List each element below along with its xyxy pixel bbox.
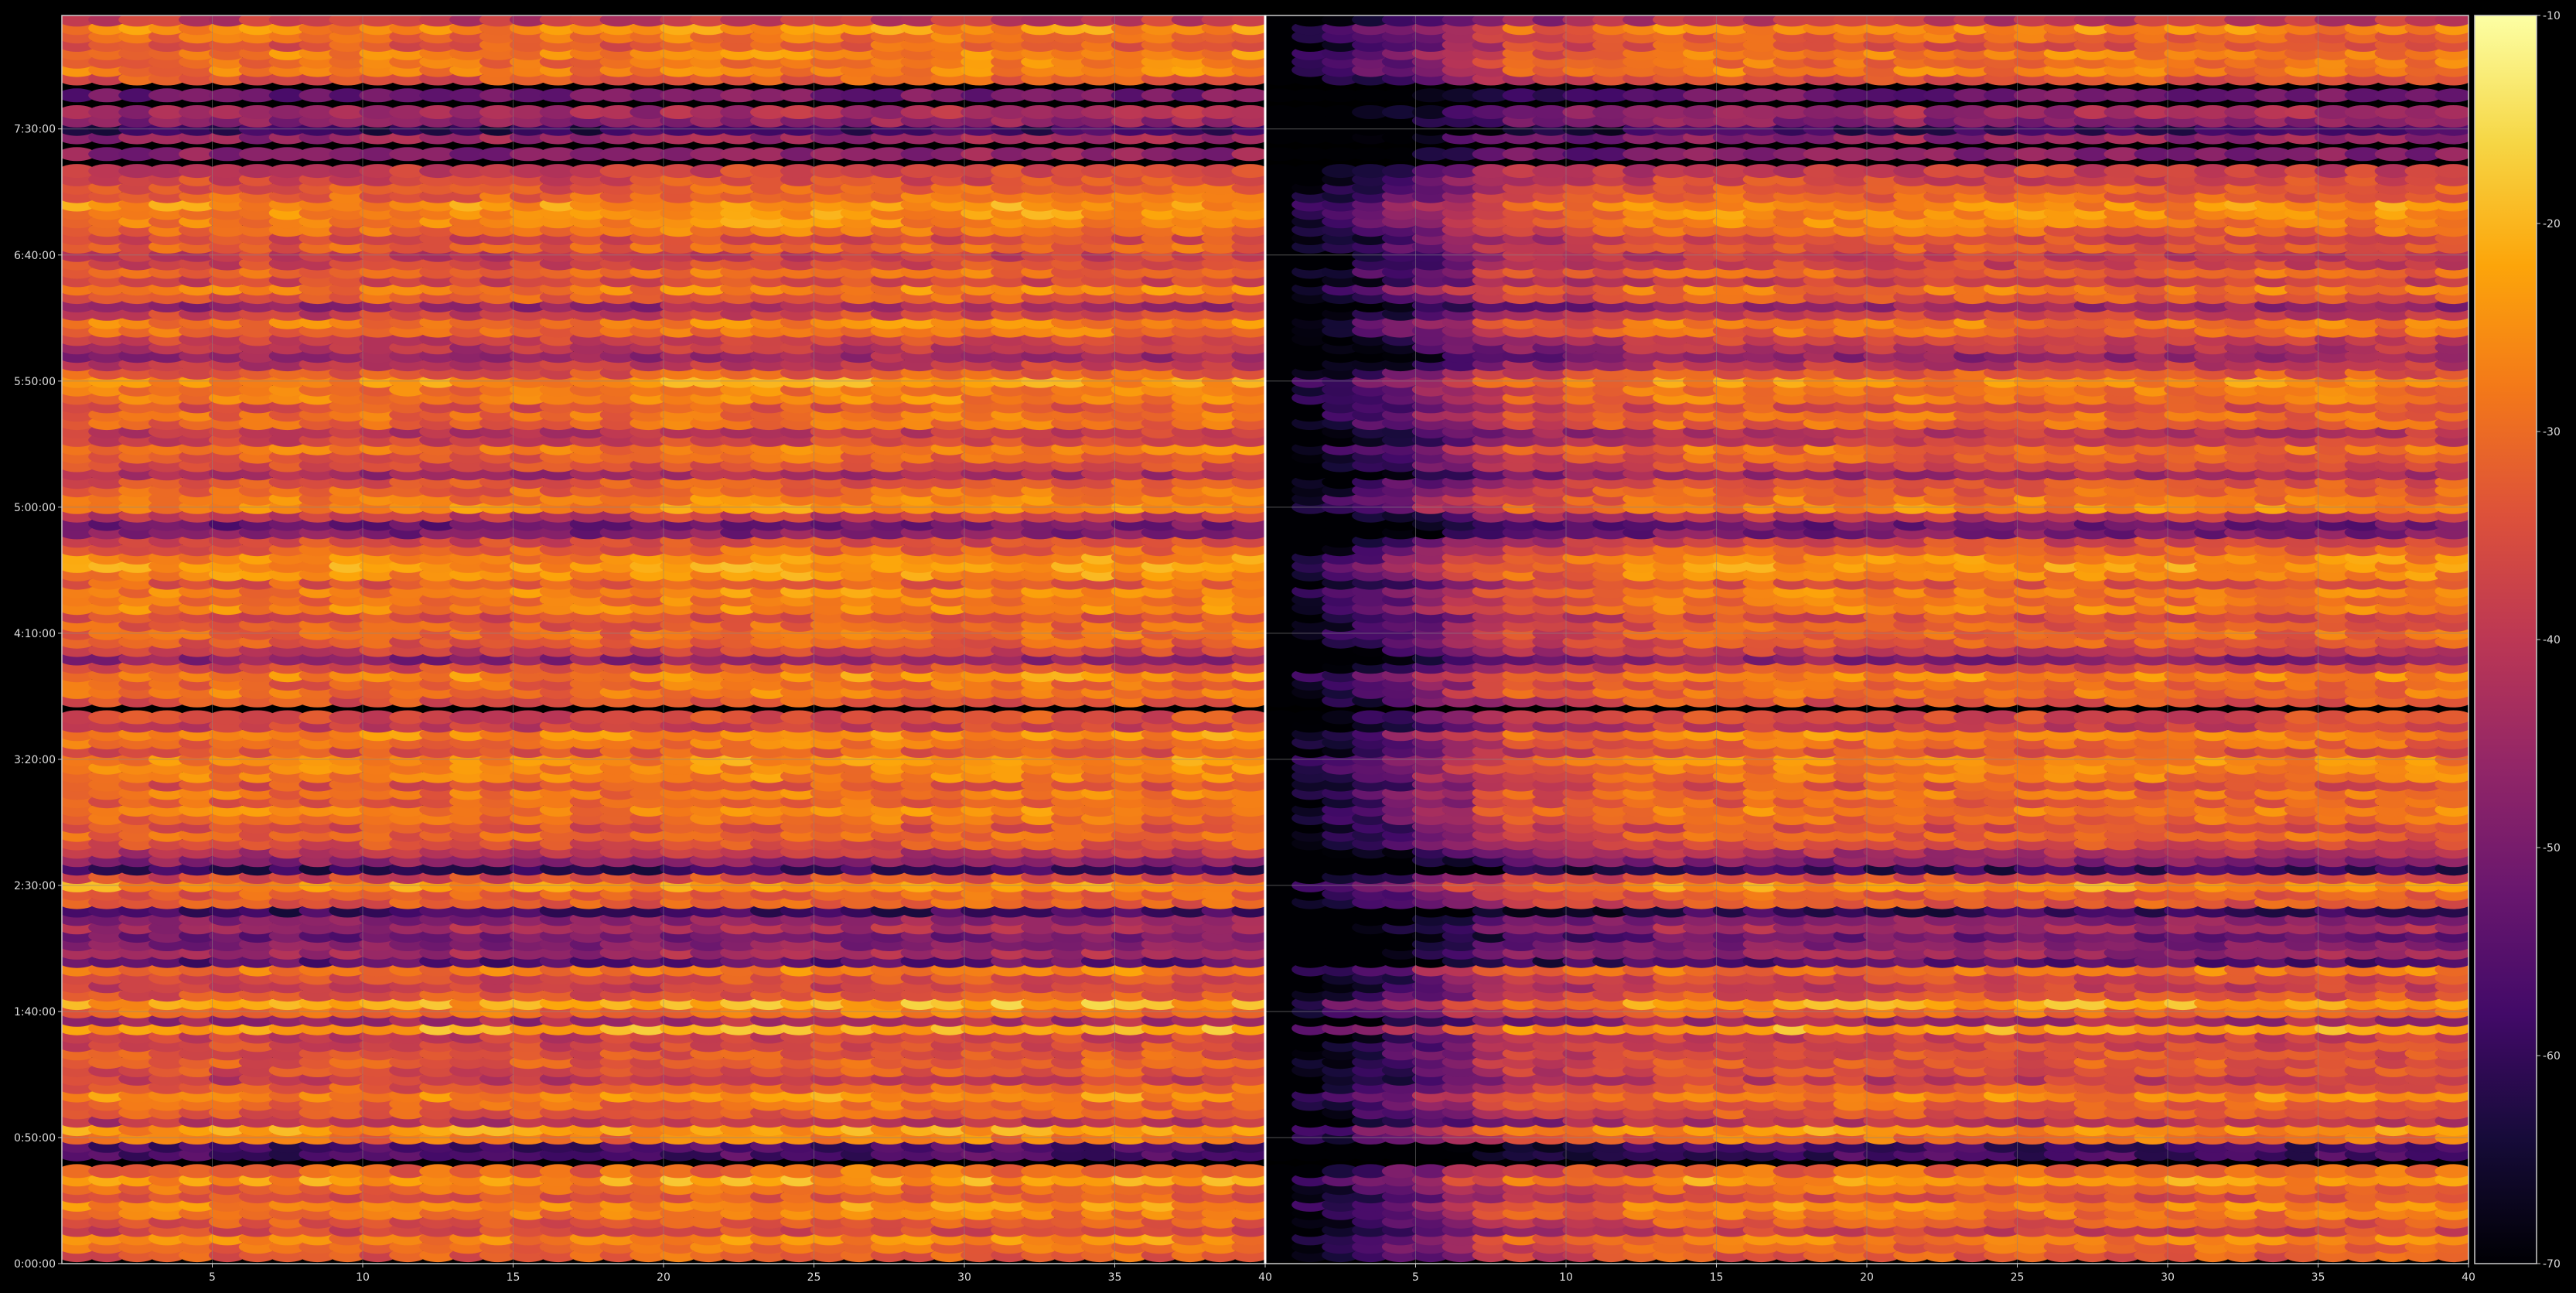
heatmap-figure: 0:00:000:50:001:40:002:30:003:20:004:10:… bbox=[0, 0, 2576, 1293]
heatmap-cell bbox=[1231, 1164, 1265, 1179]
heatmap-cell bbox=[1231, 710, 1265, 725]
